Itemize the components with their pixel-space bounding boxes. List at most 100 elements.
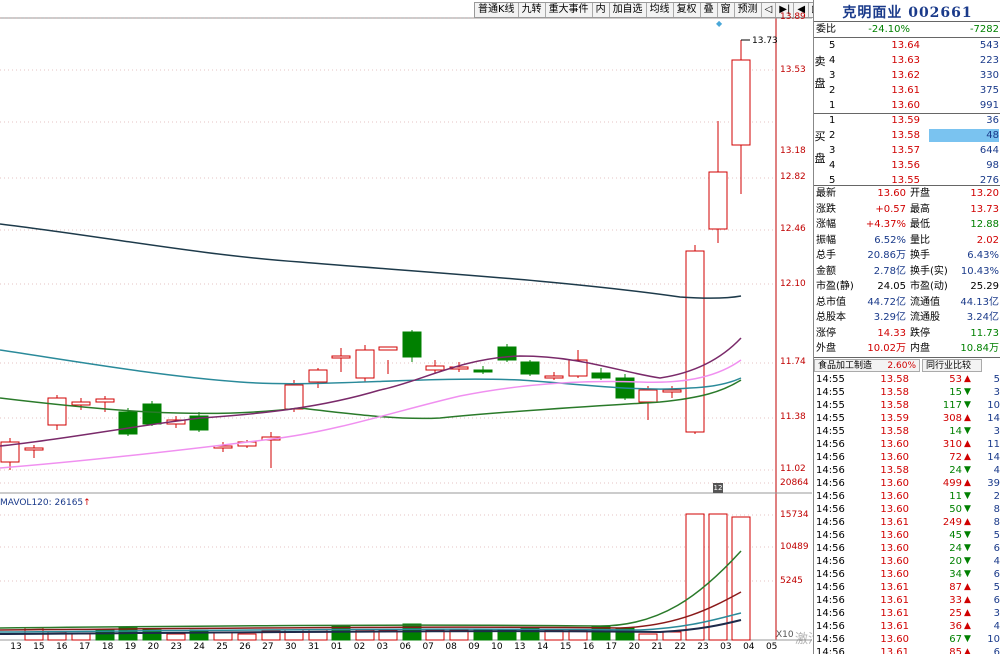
date-tick-label: 15	[33, 642, 45, 652]
date-tick-label: 24	[193, 642, 205, 652]
date-tick-label: 19	[124, 642, 137, 652]
trade-row: 14:56 13.60 24 6 ▼	[814, 542, 1000, 555]
toolbar-button-3[interactable]: 内	[593, 3, 610, 17]
quote-value: +4.37%	[865, 219, 906, 230]
kline-chart[interactable]	[0, 0, 812, 654]
trade-vol: 20	[949, 556, 962, 567]
trade-time: 14:55	[816, 426, 845, 437]
weibi-pct: -24.10%	[868, 24, 910, 35]
sector-tab[interactable]: 食品加工制造 2.60%	[814, 359, 920, 372]
trade-vol: 85	[949, 647, 962, 654]
level-idx: 3	[829, 145, 836, 156]
arrow-up-icon: ▲	[964, 439, 971, 449]
trade-time: 14:56	[816, 517, 845, 528]
ask-level-row: 3 13.62 330	[826, 68, 1000, 83]
toolbar-button-2[interactable]: 重大事件	[546, 3, 593, 17]
trade-price: 13.58	[880, 465, 909, 476]
candle-body	[71, 401, 91, 406]
trade-row: 14:55 13.58 117 10 ▼	[814, 399, 1000, 412]
toolbar-button-5[interactable]: 均线	[647, 3, 674, 17]
price-tick-label: 13.53	[780, 65, 806, 75]
trade-cnt: 11	[987, 439, 1000, 450]
volume-bar	[189, 629, 209, 641]
stock-title: 克明面业 002661	[814, 2, 1000, 22]
arrow-up-icon: ▲	[964, 478, 971, 488]
toolbar-button-9[interactable]: 预测	[735, 3, 762, 17]
level-vol: 543	[979, 40, 999, 51]
toolbar-button-7[interactable]: 叠	[701, 3, 718, 17]
trade-cnt: 5	[993, 582, 1000, 593]
level-idx: 2	[829, 85, 836, 96]
quote-value: 2.02	[976, 234, 999, 246]
quote-value: 3.29亿	[873, 312, 906, 323]
quote-value: 13.60	[877, 188, 906, 199]
ask-level-row: 5 13.64 543	[826, 38, 1000, 53]
toolbar-button-1[interactable]: 九转	[519, 3, 546, 17]
trade-price: 13.61	[880, 517, 909, 528]
trade-time: 14:55	[816, 374, 845, 385]
event-marker[interactable]: 12	[713, 483, 723, 493]
arrow-down-icon: ▼	[964, 569, 971, 579]
trade-vol: 50	[949, 504, 962, 515]
date-tick-label: 26	[239, 642, 251, 652]
trade-row: 14:56 13.60 34 6 ▼	[814, 568, 1000, 581]
arrow-down-icon: ▼	[964, 426, 971, 436]
date-tick-label: 13	[514, 642, 526, 652]
trade-cnt: 3	[993, 426, 1000, 437]
trade-vol: 499	[942, 478, 962, 489]
level-vol: 375	[979, 85, 999, 96]
quote-row: 涨跌 +0.57 最高 13.73	[814, 203, 1000, 216]
toolbar-button-4[interactable]: 加自选	[610, 3, 647, 17]
ask-caption: 卖盘	[814, 55, 826, 90]
date-tick-label: 04	[743, 642, 755, 652]
trade-vol: 45	[949, 530, 962, 541]
trade-vol: 34	[949, 569, 962, 580]
quote-label: 开盘	[910, 188, 930, 199]
date-tick-label: 06	[399, 642, 412, 652]
trade-time: 14:56	[816, 478, 845, 489]
date-tick-label: 17	[605, 642, 618, 652]
date-tick-label: 02	[353, 642, 366, 652]
trade-time: 14:56	[816, 504, 845, 515]
trade-cnt: 14	[987, 452, 1000, 463]
toolbar-button-10[interactable]: ◁	[762, 3, 777, 17]
trade-vol: 117	[942, 400, 962, 411]
quote-label: 市盈(静)	[816, 281, 854, 292]
quote-value: 6.52%	[874, 234, 906, 246]
arrow-down-icon: ▼	[964, 491, 971, 501]
level-vol: 98	[986, 160, 999, 171]
level-vol: 223	[979, 55, 999, 66]
date-tick-label: 14	[536, 642, 549, 652]
arrow-down-icon: ▼	[964, 543, 971, 553]
trade-cnt: 3	[993, 387, 1000, 398]
trade-row: 14:56 13.61 85 6 ▲	[814, 646, 1000, 654]
date-tick-label: 13	[10, 642, 22, 652]
bid-caption: 买盘	[814, 130, 826, 165]
level-vol: 36	[986, 115, 999, 126]
quote-value: 11.73	[970, 327, 999, 339]
date-tick-label: 03	[720, 642, 732, 652]
trade-row: 14:56 13.60 11 2 ▼	[814, 490, 1000, 503]
arrow-up-icon: ▲	[964, 608, 971, 618]
trade-vol: 14	[949, 426, 962, 437]
kline-chart-area[interactable]: 普通K线九转重大事件内加自选均线复权叠窗预测◁▶|◀▷ 13.8913.5313…	[0, 0, 883, 654]
date-tick-label: 20	[628, 642, 641, 652]
quote-value: 24.05	[877, 281, 906, 292]
trade-cnt: 2	[993, 491, 1000, 502]
toolbar-button-0[interactable]: 普通K线	[475, 3, 519, 17]
level-price: 13.56	[891, 160, 920, 171]
candle-body	[685, 250, 705, 433]
level-price: 13.59	[891, 115, 920, 126]
candle-body	[520, 361, 540, 375]
quote-label: 振幅	[816, 234, 836, 246]
price-tick-label: 13.18	[780, 146, 806, 156]
toolbar-button-6[interactable]: 复权	[674, 3, 701, 17]
trade-cnt: 3	[993, 608, 1000, 619]
trade-cnt: 10	[987, 634, 1000, 645]
toolbar-button-8[interactable]: 窗	[718, 3, 735, 17]
price-tick-label: 13.89	[780, 12, 806, 22]
date-tick-label: 15	[559, 642, 572, 652]
quote-value: 44.72亿	[867, 296, 906, 308]
stock-name: 克明面业	[842, 5, 903, 21]
industry-compare-tab[interactable]: 同行业比较	[922, 359, 982, 372]
